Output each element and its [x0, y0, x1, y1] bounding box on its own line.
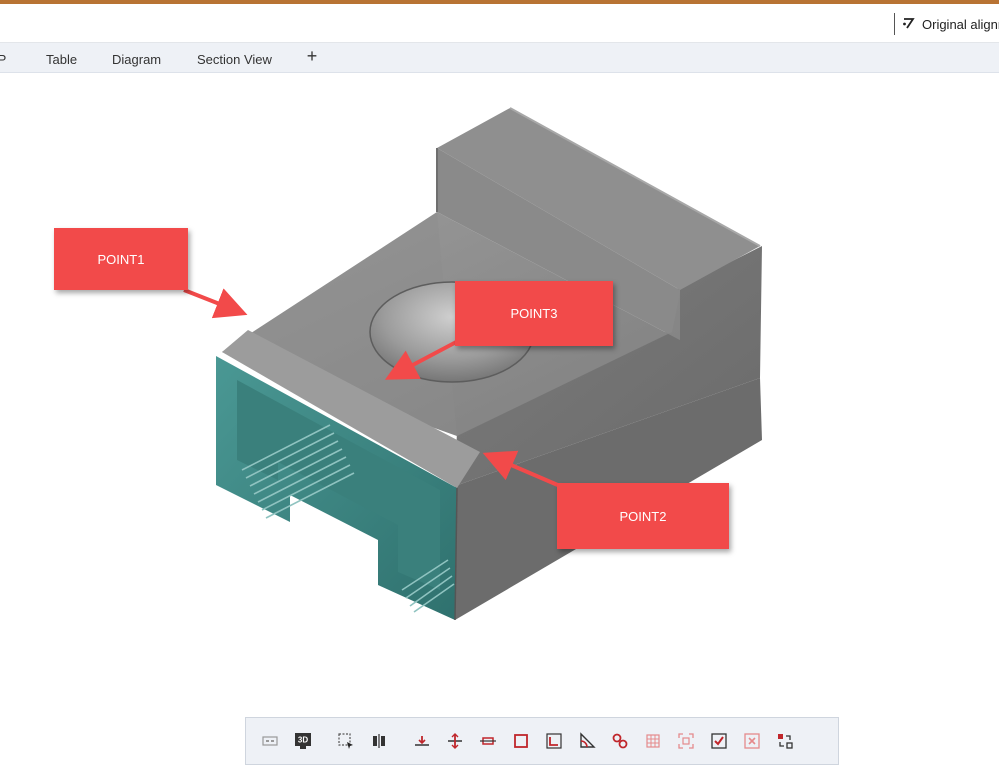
original-alignment-button[interactable]: Original alignr [902, 13, 999, 35]
fit-view-button[interactable] [674, 729, 698, 753]
circles-icon [612, 733, 628, 749]
convert-button[interactable] [773, 729, 797, 753]
tab-diagram[interactable]: Diagram [112, 43, 161, 72]
split-view-icon [373, 734, 385, 748]
point-measure-icon [415, 736, 429, 746]
view-3d-icon: 3D [295, 733, 311, 749]
point1-label: POINT1 [97, 251, 145, 267]
add-tab-button[interactable]: + [304, 46, 320, 66]
view-2d-icon [262, 736, 278, 746]
tab-ip[interactable]: IP [0, 43, 6, 72]
bottom-toolbar: 3D [245, 717, 839, 765]
tab-section-view[interactable]: Section View [197, 43, 272, 72]
remove-icon [744, 733, 760, 749]
cylinder-measure-icon [480, 737, 496, 745]
point3-label: POINT3 [510, 306, 558, 321]
view-2d-button[interactable] [258, 729, 282, 753]
point1-callout: POINT1 [54, 228, 188, 290]
frame-icon [546, 733, 562, 749]
plane-measure-icon [448, 733, 462, 749]
3d-viewport[interactable]: POINT1 POINT3 POINT2 [0, 73, 999, 713]
tab-bar: IP Table Diagram Section View + [0, 43, 999, 73]
square-feature-button[interactable] [509, 729, 533, 753]
select-region-button[interactable] [334, 729, 358, 753]
square-icon [514, 734, 528, 748]
angle-icon [580, 732, 596, 748]
fit-view-icon [678, 733, 694, 749]
checkbox-icon [711, 733, 727, 749]
alignment-icon [902, 16, 916, 33]
split-view-button[interactable] [367, 729, 391, 753]
part-model [183, 107, 762, 621]
convert-icon [778, 734, 793, 749]
header-separator [894, 13, 895, 35]
point3-callout: POINT3 [455, 281, 613, 346]
remove-button[interactable] [740, 729, 764, 753]
grid-icon [646, 734, 660, 748]
grid-select-button[interactable] [641, 729, 665, 753]
original-alignment-label: Original alignr [922, 16, 999, 32]
point1-arrow [183, 288, 248, 319]
angle-measure-button[interactable] [575, 729, 599, 753]
view-3d-label: 3D [298, 736, 308, 745]
plane-measure-button[interactable] [443, 729, 467, 753]
view-3d-button[interactable]: 3D [291, 729, 315, 753]
select-region-icon [338, 733, 353, 749]
point2-label: POINT2 [619, 508, 667, 524]
circle-distance-button[interactable] [608, 729, 632, 753]
frame-feature-button[interactable] [542, 729, 566, 753]
point-measure-button[interactable] [410, 729, 434, 753]
check-button[interactable] [707, 729, 731, 753]
header-bar: Original alignr [0, 4, 999, 43]
cylinder-measure-button[interactable] [476, 729, 500, 753]
point2-callout: POINT2 [557, 483, 729, 549]
tab-table[interactable]: Table [46, 43, 77, 72]
